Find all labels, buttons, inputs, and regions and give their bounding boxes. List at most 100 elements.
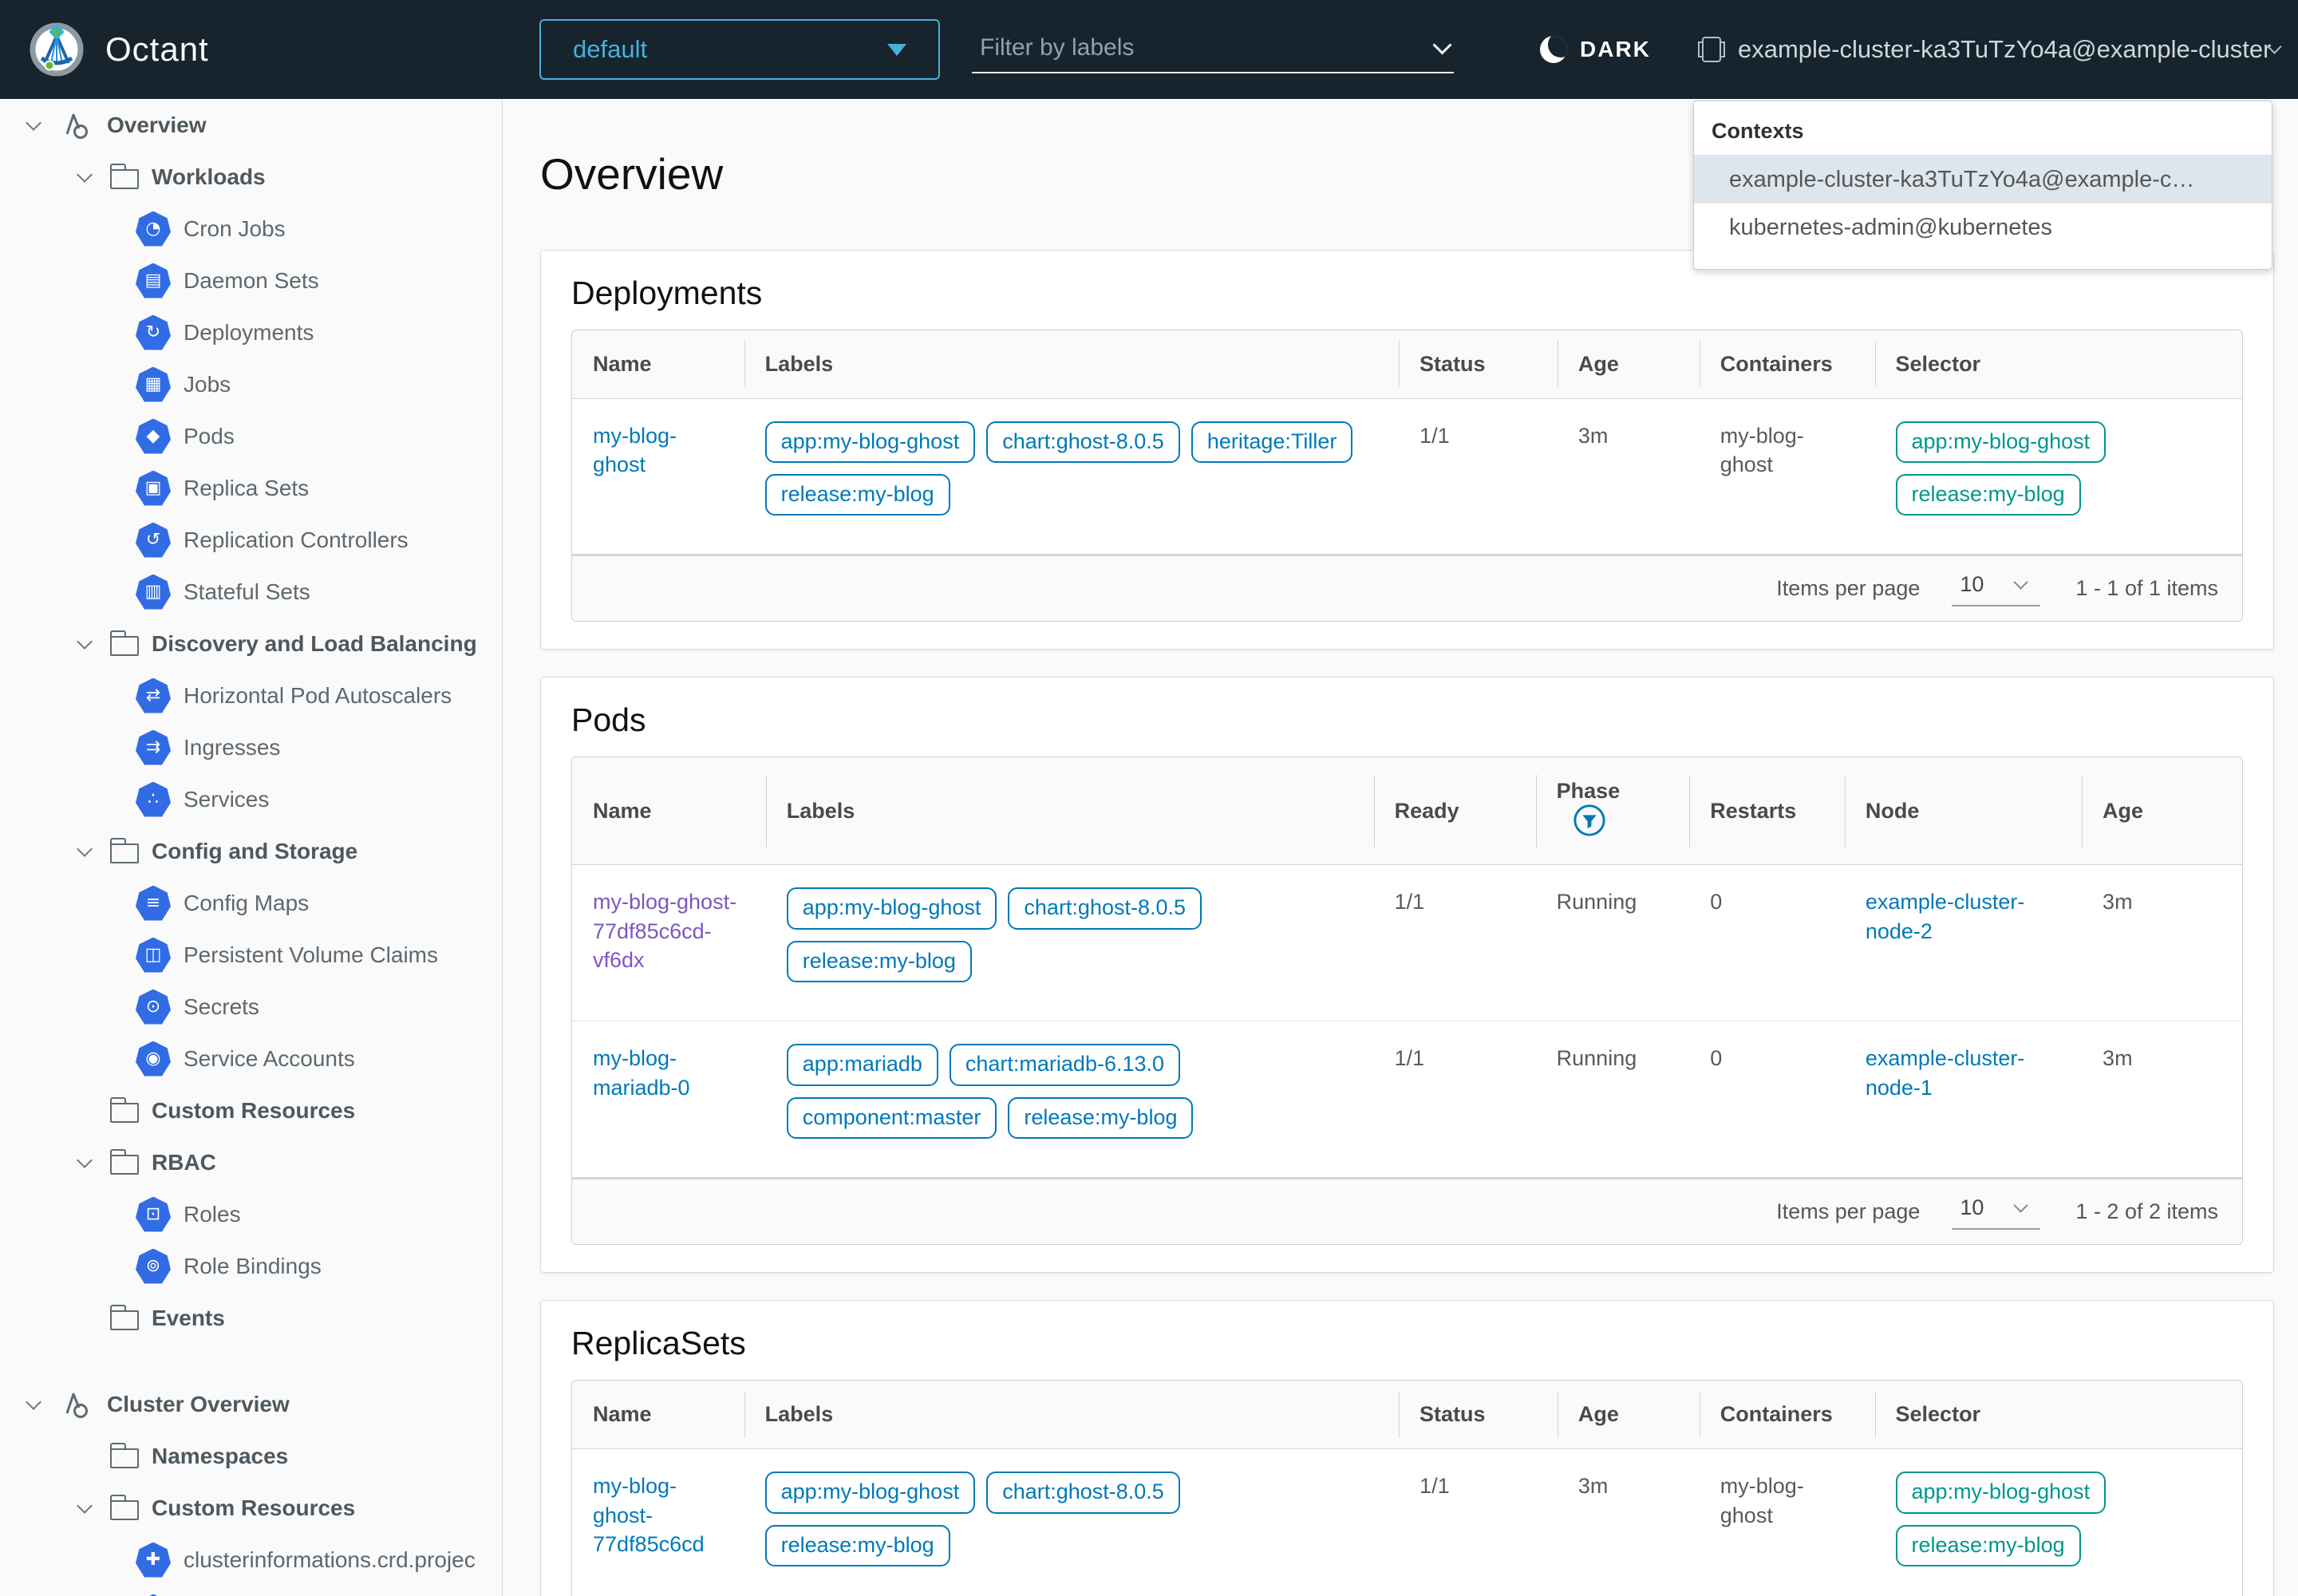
- items-per-page-select[interactable]: 10: [1952, 571, 2040, 606]
- k8s-resource-icon: ◔: [136, 211, 171, 247]
- label-filter-input[interactable]: [972, 34, 1435, 61]
- items-per-page-select[interactable]: 10: [1952, 1194, 2040, 1230]
- sidebar-item-service-accounts[interactable]: ◉Service Accounts: [0, 1033, 502, 1084]
- chevron-down-icon[interactable]: [19, 122, 48, 128]
- cell-name: my-blog-ghost-77df85c6cd-vf6dx: [572, 865, 766, 1021]
- k8s-resource-icon: ▤: [136, 263, 171, 298]
- sidebar-item-deployments[interactable]: ↻Deployments: [0, 306, 502, 358]
- octant-logo-icon: [29, 22, 85, 77]
- sidebar-item-label: Cron Jobs: [184, 216, 286, 242]
- chevron-down-icon[interactable]: [70, 848, 99, 855]
- sidebar-item-config-maps[interactable]: ≡Config Maps: [0, 877, 502, 929]
- k8s-resource-icon: ↻: [136, 315, 171, 350]
- sidebar-item-daemon-sets[interactable]: ▤ Daemon Sets: [0, 255, 502, 306]
- context-picker[interactable]: example-cluster-ka3TuTzYo4a@example-clus…: [1698, 0, 2280, 99]
- datagrid: NameLabelsStatusAgeContainersSelectormy-…: [571, 330, 2243, 622]
- context-menu-item[interactable]: kubernetes-admin@kubernetes: [1694, 203, 2272, 251]
- sidebar-item-services[interactable]: ∴Services: [0, 773, 502, 825]
- sidebar-item-config-and-storage[interactable]: Config and Storage: [0, 825, 502, 877]
- cell-value: 1/1: [1419, 1474, 1450, 1498]
- sidebar-item-horizontal-pod-autoscalers[interactable]: ⇄Horizontal Pod Autoscalers: [0, 670, 502, 721]
- chevron-down-icon[interactable]: [70, 1505, 99, 1511]
- section-replicasets: ReplicaSetsNameLabelsStatusAgeContainers…: [540, 1300, 2274, 1596]
- sidebar-item-pods[interactable]: ◆Pods: [0, 410, 502, 462]
- header-row: NameLabelsReadyPhaseRestartsNodeAge: [572, 757, 2242, 865]
- sidebar-item-label: Daemon Sets: [184, 268, 319, 294]
- sidebar-item-replication-controllers[interactable]: ↺Replication Controllers: [0, 514, 502, 566]
- sidebar-item-clusterinformations-crd-projec[interactable]: ✚clusterinformations.crd.projec: [0, 1534, 502, 1586]
- context-menu-item-label: kubernetes-admin@kubernetes: [1729, 215, 2052, 241]
- sidebar-item-replica-sets[interactable]: ▣Replica Sets: [0, 462, 502, 514]
- k8s-resource-icon: ≡: [136, 886, 171, 921]
- folder-icon: [110, 1310, 139, 1330]
- sidebar-item-jobs[interactable]: ▦Jobs: [0, 358, 502, 410]
- sidebar-item-label: Custom Resources: [152, 1098, 355, 1124]
- column-header-label: Selector: [1896, 352, 1981, 376]
- column-header-label: Status: [1419, 352, 1486, 376]
- cell-value: 3m: [2103, 890, 2133, 914]
- column-header-age: Age: [1558, 330, 1700, 399]
- header-row: NameLabelsStatusAgeContainersSelector: [572, 1381, 2242, 1449]
- contexts-dropdown-title: Contexts: [1694, 101, 2272, 156]
- sidebar-item-cluster-overview[interactable]: Cluster Overview: [0, 1378, 502, 1430]
- name-link[interactable]: my-blog-mariadb-0: [593, 1046, 690, 1099]
- pagination-footer: Items per page101 - 2 of 2 items: [572, 1177, 2242, 1244]
- sidebar-item-label: Persistent Volume Claims: [184, 942, 438, 968]
- cell-value: 3m: [1578, 1474, 1609, 1498]
- label-badge: component:master: [787, 1097, 997, 1139]
- chevron-down-icon[interactable]: [70, 641, 99, 647]
- sidebar-item-label: Cluster Overview: [107, 1392, 290, 1417]
- sidebar-item-discovery-and-load-balancing[interactable]: Discovery and Load Balancing: [0, 618, 502, 670]
- sidebar-item-custom-resources[interactable]: Custom Resources: [0, 1482, 502, 1534]
- sidebar-item-persistent-volume-claims[interactable]: ◫Persistent Volume Claims: [0, 929, 502, 981]
- label-filter[interactable]: [972, 24, 1454, 73]
- sidebar-item-role-bindings[interactable]: ⊚Role Bindings: [0, 1240, 502, 1292]
- k8s-resource-icon: ∴: [136, 782, 171, 817]
- name-link[interactable]: my-blog-ghost: [593, 424, 677, 476]
- sidebar-item-stateful-sets[interactable]: ▥ Stateful Sets: [0, 566, 502, 618]
- k8s-resource-icon: ⇄: [136, 678, 171, 713]
- node-link[interactable]: example-cluster-node-1: [1866, 1046, 2025, 1099]
- context-menu-item[interactable]: example-cluster-ka3TuTzYo4a@example-clus…: [1694, 156, 2272, 203]
- sidebar-item-workloads[interactable]: Workloads: [0, 151, 502, 203]
- sidebar-item-cron-jobs[interactable]: ◔ Cron Jobs: [0, 203, 502, 255]
- chevron-down-icon[interactable]: [19, 1401, 48, 1408]
- sidebar-item-namespaces[interactable]: Namespaces: [0, 1430, 502, 1482]
- sidebar-item-rbac[interactable]: RBAC: [0, 1136, 502, 1188]
- column-header-labels: Labels: [744, 330, 1399, 399]
- folder-icon: [110, 636, 139, 656]
- sidebar-item-roles[interactable]: ⊡Roles: [0, 1188, 502, 1240]
- cell-labels: app:my-blog-ghostchart:ghost-8.0.5releas…: [744, 1449, 1399, 1596]
- sidebar-item-custom-resources[interactable]: Custom Resources: [0, 1084, 502, 1136]
- sidebar-item-label: Stateful Sets: [184, 579, 310, 605]
- column-header-containers: Containers: [1700, 330, 1875, 399]
- cell-age: 3m: [1558, 398, 1700, 554]
- chevron-down-icon[interactable]: [70, 1159, 99, 1166]
- column-header-status: Status: [1399, 330, 1558, 399]
- cell-node: example-cluster-node-1: [1845, 1021, 2082, 1177]
- sidebar-item-events[interactable]: Events: [0, 1292, 502, 1344]
- column-header-label: Containers: [1720, 352, 1833, 376]
- sidebar-item-secrets[interactable]: ⊙Secrets: [0, 981, 502, 1033]
- chevron-down-icon[interactable]: [1432, 35, 1451, 54]
- sidebar-item-ingresses[interactable]: ⇉Ingresses: [0, 721, 502, 773]
- name-link[interactable]: my-blog-ghost-77df85c6cd: [593, 1474, 705, 1556]
- sidebar-item-label: Secrets: [184, 994, 259, 1020]
- column-header-containers: Containers: [1700, 1381, 1875, 1449]
- k8s-resource-icon: ▥: [136, 575, 171, 610]
- name-link[interactable]: my-blog-ghost-77df85c6cd-vf6dx: [593, 890, 736, 972]
- cell-containers: my-blog-ghost: [1700, 398, 1875, 554]
- sidebar-item-csidrivers-csi-storage-k8s-io[interactable]: ✚csidrivers.csi.storage.k8s.io: [0, 1586, 502, 1596]
- column-header-label: Name: [593, 1402, 652, 1426]
- chevron-down-icon[interactable]: [70, 174, 99, 180]
- header-row: NameLabelsStatusAgeContainersSelector: [572, 330, 2242, 399]
- theme-toggle-button[interactable]: DARK: [1540, 0, 1651, 99]
- filter-icon[interactable]: [1573, 804, 1606, 843]
- sidebar-item-overview[interactable]: Overview: [0, 99, 502, 151]
- node-link[interactable]: example-cluster-node-2: [1866, 890, 2025, 942]
- sidebar-item-label: Jobs: [184, 372, 231, 397]
- namespace-select[interactable]: default: [539, 19, 940, 80]
- sidebar-item-label: Events: [152, 1306, 225, 1331]
- items-per-page-label: Items per page: [1776, 576, 1920, 601]
- app-header: Octant default DARK example-cluster-ka3T…: [0, 0, 2298, 99]
